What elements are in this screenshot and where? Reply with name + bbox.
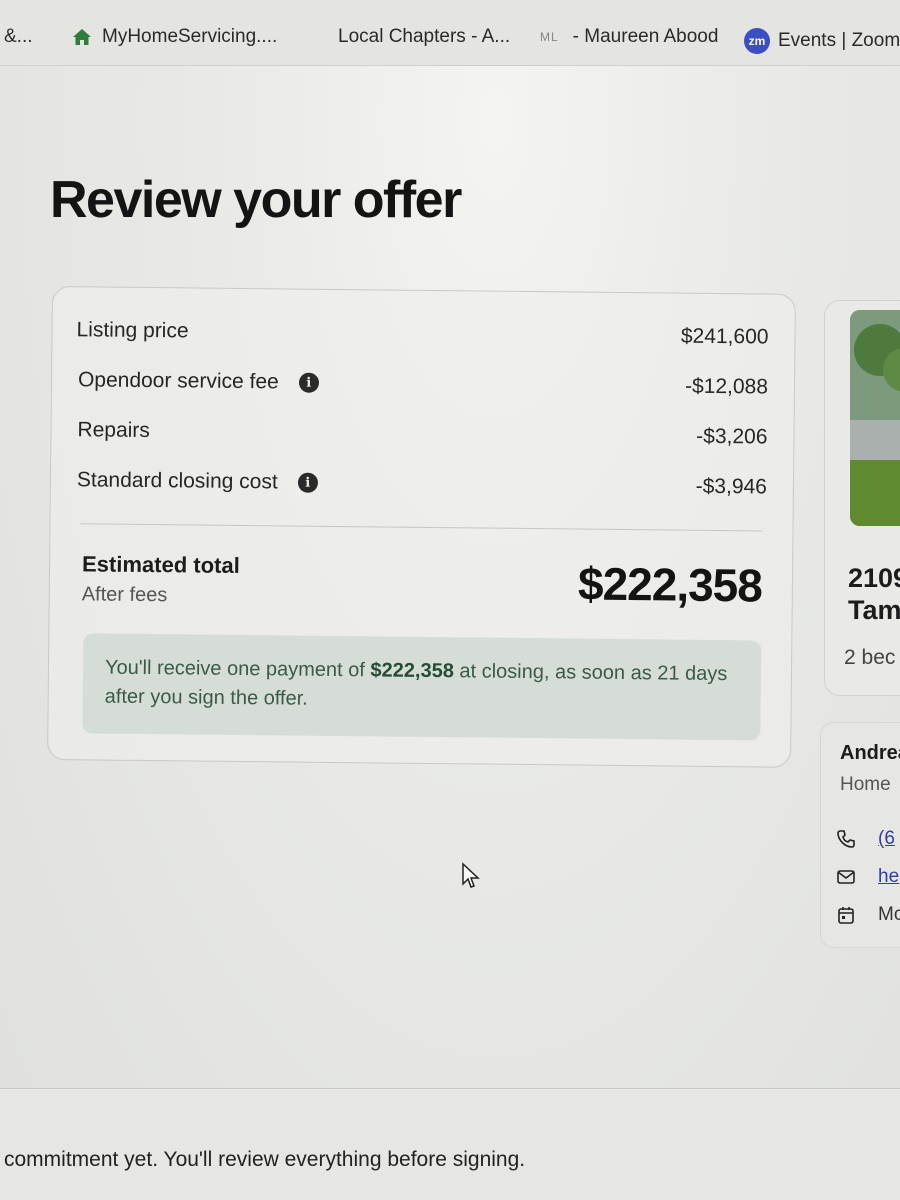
line-item-amount: -$12,088 [684, 374, 769, 399]
mail-icon [837, 870, 855, 884]
ml-icon: ML [540, 30, 559, 44]
bookmark-label: Events | Zoom V [778, 30, 900, 51]
payment-notice: You'll receive one payment of $222,358 a… [82, 633, 762, 741]
line-item-label: Listing price [76, 318, 189, 343]
line-item-label: Opendoor service fee [77, 368, 279, 394]
property-photo [850, 310, 900, 526]
bookmark-local-chapters[interactable]: Local Chapters - A... [338, 26, 510, 48]
zoom-icon: zm [744, 28, 770, 54]
info-icon[interactable]: i [298, 372, 319, 393]
bookmark-label: MyHomeServicing.... [102, 26, 278, 47]
info-icon[interactable]: i [297, 472, 318, 493]
line-item-amount: $241,600 [680, 324, 769, 349]
bookmark-label: Local Chapters - A... [338, 26, 511, 47]
address-line-2: Tam [848, 595, 900, 625]
agent-role: Home [840, 774, 891, 795]
agent-schedule[interactable]: Mc [836, 904, 900, 926]
line-item-listing-price: Listing price $241,600 [76, 315, 768, 352]
divider [80, 523, 763, 532]
estimated-total-amount: $222,358 [577, 557, 763, 612]
phone-icon [837, 830, 855, 848]
line-item-amount: -$3,946 [695, 474, 768, 499]
footer-text: commitment yet. You'll review everything… [4, 1148, 526, 1171]
agent-email-link[interactable]: he [878, 866, 899, 888]
estimated-total-sublabel: After fees [81, 583, 168, 607]
bookmarks-bar: &... MyHomeServicing.... Local Chapters … [0, 0, 900, 66]
line-item-repairs: Repairs -$3,206 [77, 415, 767, 452]
address-line-1: 2109 [848, 563, 900, 593]
bookmark-zoom-events[interactable]: zm Events | Zoom V [744, 28, 900, 54]
line-item-label: Repairs [77, 418, 150, 443]
bookmark-label: - Maureen Abood [572, 26, 719, 47]
agent-name: Andrea [840, 742, 900, 764]
property-photo-image [850, 310, 900, 526]
line-item-closing-cost: Standard closing cost i -$3,946 [77, 465, 767, 502]
offer-summary-card: Listing price $241,600 Opendoor service … [47, 286, 796, 768]
page-title: Review your offer [50, 171, 462, 229]
bookmark-1[interactable]: &... [4, 26, 33, 48]
estimated-total-label: Estimated total [81, 551, 240, 578]
agent-email[interactable]: he [836, 866, 899, 888]
bookmark-maureen-abood[interactable]: ML - Maureen Abood [540, 26, 718, 48]
home-icon [73, 29, 91, 45]
calendar-icon [838, 907, 854, 924]
bookmark-label: &... [4, 26, 33, 47]
agent-schedule-text: Mc [878, 904, 900, 925]
notice-amount: $222,358 [370, 659, 454, 683]
screen: &... MyHomeServicing.... Local Chapters … [0, 0, 900, 1200]
agent-phone[interactable]: (6 [836, 828, 895, 850]
mouse-cursor-icon [462, 862, 480, 888]
property-beds: 2 bec [844, 646, 896, 669]
agent-phone-link[interactable]: (6 [878, 828, 895, 850]
line-item-amount: -$3,206 [696, 424, 768, 449]
bookmark-myhomeservicing[interactable]: MyHomeServicing.... [72, 26, 277, 48]
notice-text-prefix: You'll receive one payment of [104, 656, 371, 682]
line-item-service-fee: Opendoor service fee i -$12,088 [78, 365, 768, 402]
line-item-label: Standard closing cost [76, 468, 278, 494]
bottom-bar [0, 1088, 900, 1200]
property-address: 2109 Tam [848, 562, 900, 626]
